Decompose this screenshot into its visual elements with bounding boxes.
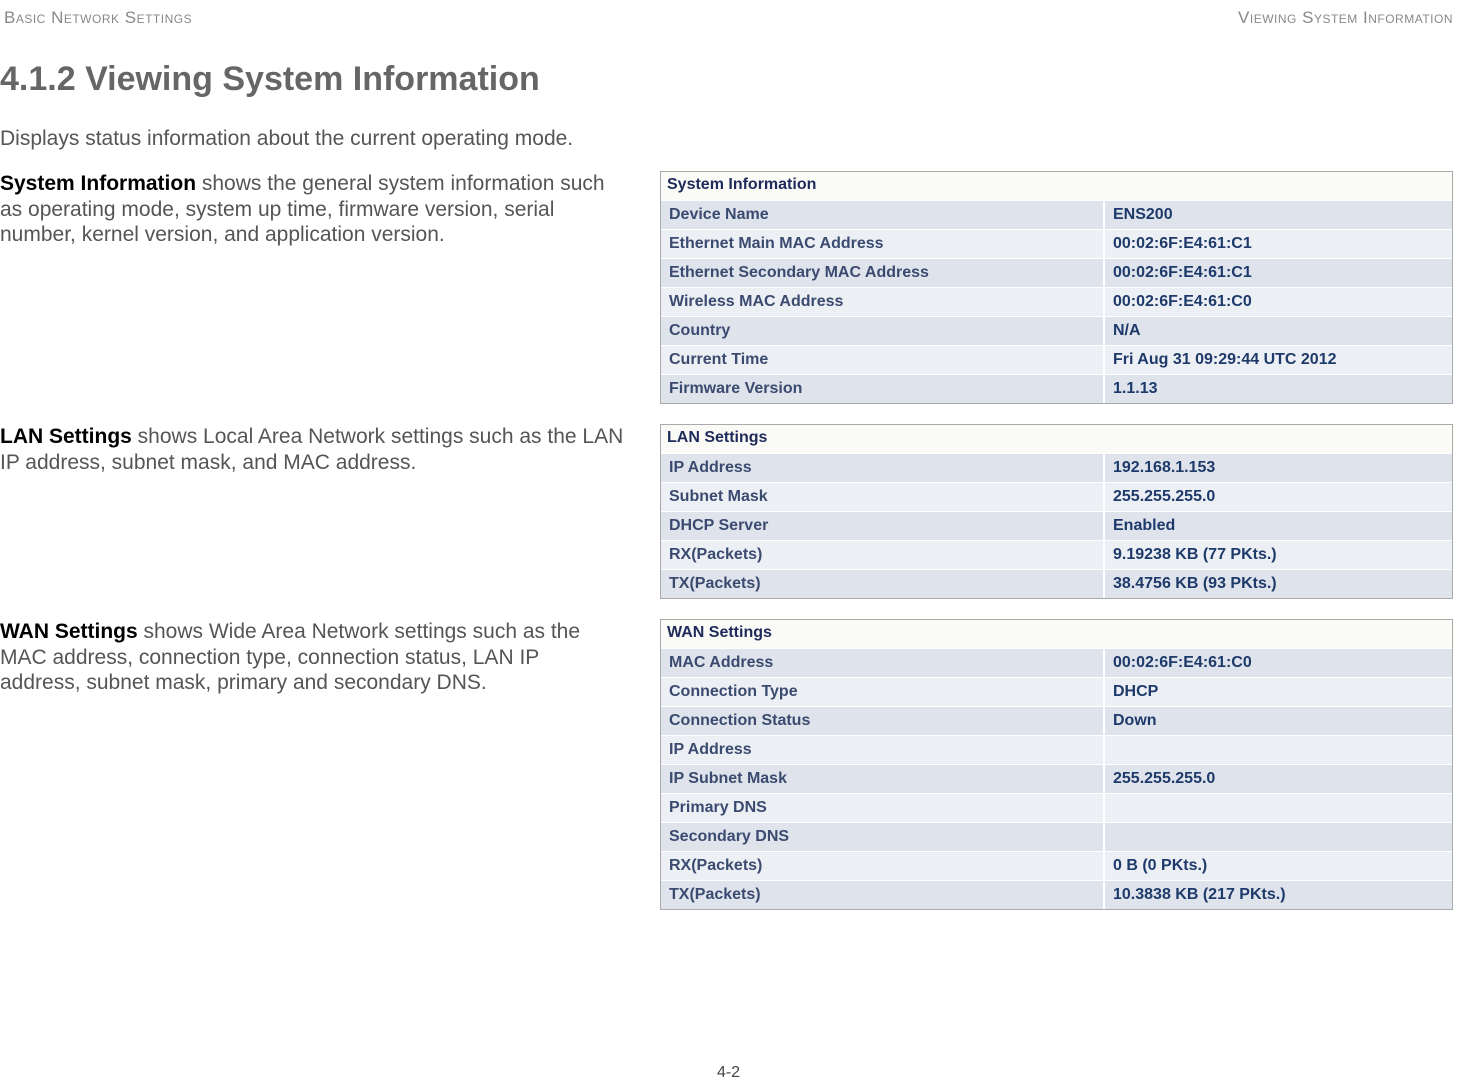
table-row: Firmware Version1.1.13	[661, 374, 1452, 403]
row-value: Enabled	[1103, 511, 1452, 540]
table-row: CountryN/A	[661, 316, 1452, 345]
table-row: Connection TypeDHCP	[661, 677, 1452, 706]
table-row: Secondary DNS	[661, 822, 1452, 851]
header-right: Viewing System Information	[1238, 8, 1453, 28]
table-row: Connection StatusDown	[661, 706, 1452, 735]
table-row: IP Address192.168.1.153	[661, 453, 1452, 482]
section-desc-bold: System Information	[0, 172, 196, 195]
row-label: TX(Packets)	[661, 569, 1103, 598]
panel-title: System Information	[661, 172, 1452, 200]
row-label: TX(Packets)	[661, 880, 1103, 909]
row-value: 255.255.255.0	[1103, 482, 1452, 511]
row-label: IP Subnet Mask	[661, 764, 1103, 793]
row-label: Subnet Mask	[661, 482, 1103, 511]
row-label: MAC Address	[661, 648, 1103, 677]
row-label: Primary DNS	[661, 793, 1103, 822]
section-desc-bold: WAN Settings	[0, 620, 138, 643]
row-value: 00:02:6F:E4:61:C0	[1103, 287, 1452, 316]
page-title: 4.1.2 Viewing System Information	[0, 28, 1457, 127]
row-label: Connection Type	[661, 677, 1103, 706]
table-row: Primary DNS	[661, 793, 1452, 822]
row-value	[1103, 735, 1452, 764]
table-row: Ethernet Main MAC Address00:02:6F:E4:61:…	[661, 229, 1452, 258]
row-label: Ethernet Main MAC Address	[661, 229, 1103, 258]
info-panel: System InformationDevice NameENS200Ether…	[660, 171, 1453, 404]
section-description: LAN Settings shows Local Area Network se…	[0, 424, 624, 475]
row-value: 38.4756 KB (93 PKts.)	[1103, 569, 1452, 598]
row-value	[1103, 822, 1452, 851]
row-value: 1.1.13	[1103, 374, 1452, 403]
row-label: RX(Packets)	[661, 540, 1103, 569]
row-label: RX(Packets)	[661, 851, 1103, 880]
info-panel: WAN SettingsMAC Address00:02:6F:E4:61:C0…	[660, 619, 1453, 910]
row-label: Secondary DNS	[661, 822, 1103, 851]
table-row: Device NameENS200	[661, 200, 1452, 229]
row-value: DHCP	[1103, 677, 1452, 706]
row-value: 10.3838 KB (217 PKts.)	[1103, 880, 1452, 909]
row-label: Ethernet Secondary MAC Address	[661, 258, 1103, 287]
table-row: DHCP ServerEnabled	[661, 511, 1452, 540]
row-value: N/A	[1103, 316, 1452, 345]
row-value: 0 B (0 PKts.)	[1103, 851, 1452, 880]
table-row: RX(Packets)9.19238 KB (77 PKts.)	[661, 540, 1452, 569]
row-label: Device Name	[661, 200, 1103, 229]
row-label: DHCP Server	[661, 511, 1103, 540]
table-row: TX(Packets)10.3838 KB (217 PKts.)	[661, 880, 1452, 909]
page-number: 4-2	[0, 1064, 1457, 1082]
table-row: MAC Address00:02:6F:E4:61:C0	[661, 648, 1452, 677]
row-value: Fri Aug 31 09:29:44 UTC 2012	[1103, 345, 1452, 374]
table-row: IP Address	[661, 735, 1452, 764]
table-row: TX(Packets)38.4756 KB (93 PKts.)	[661, 569, 1452, 598]
section-description: System Information shows the general sys…	[0, 171, 624, 248]
row-value: ENS200	[1103, 200, 1452, 229]
row-value	[1103, 793, 1452, 822]
row-value: 00:02:6F:E4:61:C0	[1103, 648, 1452, 677]
row-value: 9.19238 KB (77 PKts.)	[1103, 540, 1452, 569]
row-label: Wireless MAC Address	[661, 287, 1103, 316]
row-value: 00:02:6F:E4:61:C1	[1103, 258, 1452, 287]
row-label: Firmware Version	[661, 374, 1103, 403]
table-row: Subnet Mask255.255.255.0	[661, 482, 1452, 511]
header-left: Basic Network Settings	[4, 8, 192, 28]
panel-title: WAN Settings	[661, 620, 1452, 648]
section-desc-bold: LAN Settings	[0, 425, 132, 448]
row-value: 00:02:6F:E4:61:C1	[1103, 229, 1452, 258]
row-value: 255.255.255.0	[1103, 764, 1452, 793]
row-label: Connection Status	[661, 706, 1103, 735]
info-panel: LAN SettingsIP Address192.168.1.153Subne…	[660, 424, 1453, 599]
table-row: RX(Packets)0 B (0 PKts.)	[661, 851, 1452, 880]
table-row: Current TimeFri Aug 31 09:29:44 UTC 2012	[661, 345, 1452, 374]
table-row: IP Subnet Mask255.255.255.0	[661, 764, 1452, 793]
row-label: Country	[661, 316, 1103, 345]
section-description: WAN Settings shows Wide Area Network set…	[0, 619, 624, 696]
panel-title: LAN Settings	[661, 425, 1452, 453]
table-row: Wireless MAC Address00:02:6F:E4:61:C0	[661, 287, 1452, 316]
row-label: Current Time	[661, 345, 1103, 374]
page-intro: Displays status information about the cu…	[0, 127, 1457, 171]
row-value: Down	[1103, 706, 1452, 735]
row-label: IP Address	[661, 735, 1103, 764]
row-value: 192.168.1.153	[1103, 453, 1452, 482]
row-label: IP Address	[661, 453, 1103, 482]
table-row: Ethernet Secondary MAC Address00:02:6F:E…	[661, 258, 1452, 287]
